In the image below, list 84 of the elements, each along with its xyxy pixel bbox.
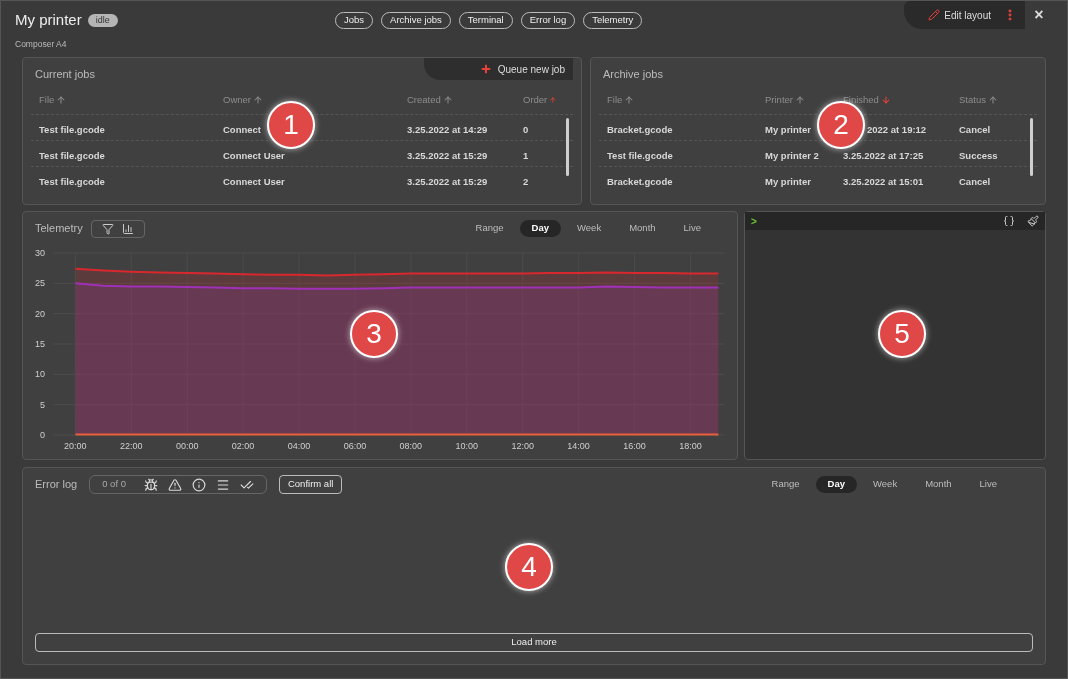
range-tab[interactable]: Week xyxy=(565,220,614,237)
x-tick-label: 00:00 xyxy=(175,441,199,451)
warning-icon[interactable] xyxy=(167,477,182,492)
x-tick-label: 22:00 xyxy=(120,441,143,451)
range-tab[interactable]: Range xyxy=(759,476,812,493)
x-tick-label: 06:00 xyxy=(343,441,367,451)
queue-new-job-button[interactable]: Queue new job xyxy=(423,58,573,80)
x-tick-label: 18:00 xyxy=(679,441,702,451)
x-tick-label: 16:00 xyxy=(623,441,646,451)
table-cell: Bracket.gcode xyxy=(607,123,673,135)
table-cell: My printer xyxy=(765,123,811,135)
column-header[interactable]: File xyxy=(31,92,215,108)
table-cell: 3.25.2022 at 14:29 xyxy=(407,123,488,135)
terminal-prompt: > xyxy=(751,214,757,229)
table-cell: Connect xyxy=(223,123,261,135)
status-badge: idle xyxy=(87,13,118,27)
info-icon[interactable] xyxy=(191,477,206,492)
table-cell: My printer xyxy=(765,175,811,187)
table-cell: Test file.gcode xyxy=(39,123,105,135)
bug-icon[interactable] xyxy=(143,477,158,492)
x-tick-label: 20:00 xyxy=(64,441,87,451)
panel-title: Current jobs xyxy=(34,67,95,82)
y-tick-label: 15 xyxy=(35,339,45,349)
column-header[interactable]: Status xyxy=(951,92,1031,108)
y-tick-label: 25 xyxy=(35,278,45,289)
scrollbar[interactable] xyxy=(566,118,569,176)
range-tab[interactable]: Day xyxy=(815,476,858,493)
scrollbar[interactable] xyxy=(1030,118,1033,176)
confirm-all-button[interactable]: Confirm all xyxy=(278,475,343,494)
range-tab[interactable]: Live xyxy=(671,220,713,237)
y-tick-label: 30 xyxy=(35,248,45,258)
column-header[interactable]: Order xyxy=(515,92,565,108)
x-tick-label: 12:00 xyxy=(511,441,534,451)
table-cell: 3.25.2022 at 15:01 xyxy=(843,175,924,187)
panel-title: Archive jobs xyxy=(602,67,663,82)
range-tab[interactable]: Day xyxy=(519,220,562,237)
range-tab[interactable]: Week xyxy=(861,476,910,493)
table-cell: Bracket.gcode xyxy=(607,175,673,187)
bar-chart-icon[interactable] xyxy=(121,222,134,235)
table-cell: Cancel xyxy=(959,175,991,187)
y-tick-label: 0 xyxy=(40,430,45,440)
table-cell: 2 xyxy=(523,175,529,187)
range-tab[interactable]: Live xyxy=(967,476,1009,493)
load-more-button[interactable]: Load more xyxy=(35,633,1033,652)
table-cell: Test file.gcode xyxy=(607,149,673,161)
table-cell: 3.25.2022 at 17:25 xyxy=(843,149,924,161)
range-tab[interactable]: Month xyxy=(617,220,668,237)
braces-icon[interactable] xyxy=(1003,215,1015,227)
printer-model: Composer A4 xyxy=(15,37,68,51)
panel-title: Error log xyxy=(35,477,78,493)
table-cell: 1 xyxy=(523,149,529,161)
edit-layout-button[interactable]: Edit layout xyxy=(944,7,991,23)
column-header[interactable]: File xyxy=(599,92,757,108)
table-cell: Connect User xyxy=(223,175,285,187)
x-tick-label: 02:00 xyxy=(231,441,255,451)
range-tab[interactable]: Month xyxy=(913,476,964,493)
printer-name: My printer xyxy=(15,10,82,30)
table-cell: My printer 2 xyxy=(765,149,819,161)
table-cell: Success xyxy=(959,149,998,161)
range-tab[interactable]: Range xyxy=(463,220,516,237)
x-tick-label: 08:00 xyxy=(399,441,423,451)
x-tick-label: 10:00 xyxy=(455,441,479,451)
plus-icon xyxy=(479,63,492,75)
table-cell: 3.25.2022 at 15:29 xyxy=(407,149,488,161)
error-count: 0 of 0 xyxy=(102,477,126,492)
table-cell: Test file.gcode xyxy=(39,149,105,161)
table-cell: 2022 at 19:12 xyxy=(867,123,927,135)
column-header[interactable]: Created xyxy=(399,92,515,108)
table-cell: Cancel xyxy=(959,123,991,135)
table-cell: Test file.gcode xyxy=(39,175,105,187)
table-cell: 3.25.2022 at 15:29 xyxy=(407,175,488,187)
filter-icon[interactable] xyxy=(101,222,114,235)
y-tick-label: 5 xyxy=(40,399,45,410)
y-tick-label: 20 xyxy=(35,308,45,319)
list-icon[interactable] xyxy=(215,477,230,492)
x-tick-label: 14:00 xyxy=(567,441,590,451)
table-cell: 0 xyxy=(523,123,529,135)
panel-title: Telemetry xyxy=(35,221,83,237)
close-button[interactable]: × xyxy=(1025,1,1053,29)
table-cell: Connect User xyxy=(223,149,285,161)
brush-icon[interactable] xyxy=(1027,215,1039,227)
pencil-icon xyxy=(928,9,941,21)
x-tick-label: 04:00 xyxy=(287,441,311,451)
y-tick-label: 10 xyxy=(35,369,45,380)
